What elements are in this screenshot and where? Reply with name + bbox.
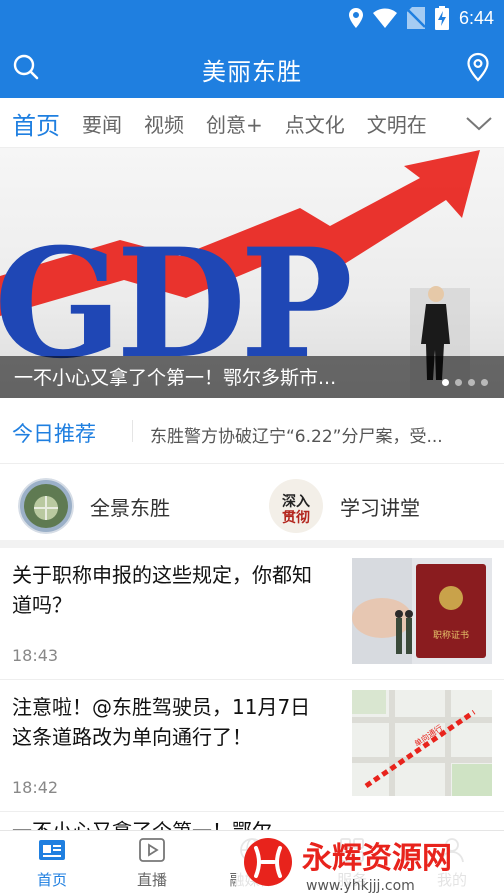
news-time: 18:42: [12, 778, 59, 797]
panorama-globe-icon: [18, 478, 74, 534]
news-thumbnail: 单向通行: [352, 690, 492, 796]
channel-tabs: 首页 要闻 视频 创意+ 点文化 文明在: [12, 98, 427, 147]
watermark-url: www.yhkjjj.com: [306, 878, 415, 894]
status-bar: 6:44: [0, 0, 504, 36]
entry-study-hall[interactable]: 深入 贯彻 学习讲堂: [268, 478, 420, 534]
status-icons: 6:44: [348, 6, 494, 30]
watermark-title: 永辉资源网: [302, 841, 452, 876]
status-time: 6:44: [458, 7, 494, 28]
news-time: 18:43: [12, 646, 59, 665]
nav-label: 首页: [36, 871, 67, 889]
tab-video[interactable]: 视频: [144, 109, 184, 138]
entry-label: 学习讲堂: [340, 495, 420, 520]
tab-civilization[interactable]: 文明在: [367, 109, 427, 138]
no-sim-icon: [406, 7, 425, 29]
svg-text:职称证书: 职称证书: [433, 629, 469, 641]
divider: [132, 420, 133, 442]
banner-caption: 一不小心又拿了个第一！鄂尔多斯市...: [14, 367, 337, 389]
app-title: 美丽东胜: [202, 58, 302, 86]
news-title: 注意啦！@东胜驾驶员，11月7日这条道路改为单向通行了！: [12, 695, 311, 749]
tab-news[interactable]: 要闻: [82, 109, 122, 138]
nav-home[interactable]: 首页: [2, 837, 102, 893]
recommend-label: 今日推荐: [12, 422, 96, 446]
carousel-indicator: [442, 379, 488, 386]
wifi-icon: [372, 8, 397, 28]
tab-creative[interactable]: 创意+: [206, 109, 263, 138]
carousel-dot: [455, 379, 462, 386]
chevron-down-icon[interactable]: [466, 112, 492, 134]
app-header: 美丽东胜: [0, 36, 504, 98]
tab-culture[interactable]: 点文化: [285, 109, 345, 138]
quick-entries: 全景东胜 深入 贯彻 学习讲堂: [0, 464, 504, 548]
news-thumbnail: 职称证书: [352, 558, 492, 664]
location-pin-icon[interactable]: [464, 52, 492, 82]
carousel-dot: [481, 379, 488, 386]
entry-label: 全景东胜: [90, 495, 170, 520]
carousel-dot: [442, 379, 449, 386]
news-title: 关于职称申报的这些规定，你都知道吗？: [12, 563, 312, 617]
nav-label: 直播: [136, 871, 167, 889]
play-icon: [139, 838, 165, 862]
tab-home[interactable]: 首页: [12, 106, 60, 141]
battery-charging-icon: [434, 6, 449, 30]
study-logo-icon: 深入 贯彻: [269, 479, 323, 533]
recommend-headline[interactable]: 东胜警方协破辽宁“6.22”分尸案，受...: [150, 422, 490, 447]
svg-text:贯彻: 贯彻: [282, 509, 310, 526]
news-item[interactable]: 注意啦！@东胜驾驶员，11月7日这条道路改为单向通行了！ 18:42 单向通行: [0, 680, 504, 812]
location-status-icon: [348, 8, 363, 28]
site-watermark: 永辉资源网 www.yhkjjj.com: [236, 832, 504, 896]
today-recommend[interactable]: 今日推荐 东胜警方协破辽宁“6.22”分尸案，受...: [0, 398, 504, 464]
channel-tab-bar: 首页 要闻 视频 创意+ 点文化 文明在: [0, 98, 504, 148]
svg-text:深入: 深入: [282, 493, 310, 510]
news-item[interactable]: 一不小心又拿了个第一！鄂尔: [0, 812, 504, 843]
carousel-dot: [468, 379, 475, 386]
entry-panorama[interactable]: 全景东胜: [18, 478, 170, 534]
banner-carousel[interactable]: GDP 一不小心又拿了个第一！鄂尔多斯市...: [0, 148, 504, 398]
news-item[interactable]: 关于职称申报的这些规定，你都知道吗？ 18:43 职称证书: [0, 548, 504, 680]
home-news-icon: [39, 840, 65, 860]
nav-live[interactable]: 直播: [102, 837, 202, 893]
